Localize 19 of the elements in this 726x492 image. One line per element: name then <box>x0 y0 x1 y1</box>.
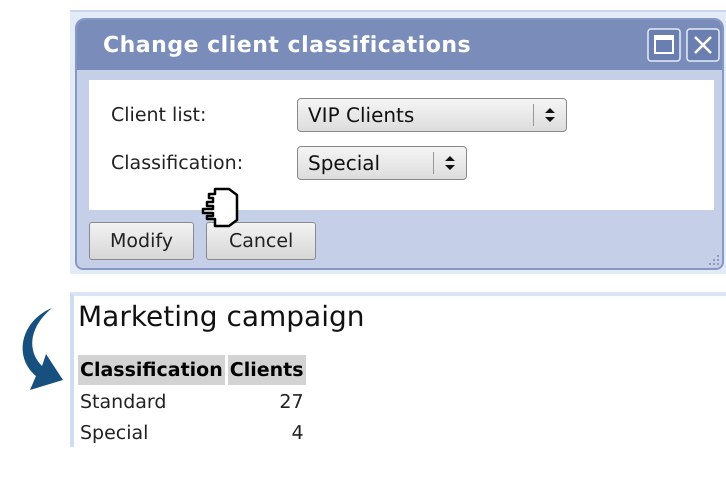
maximize-icon[interactable] <box>647 28 681 62</box>
report-title: Marketing campaign <box>78 300 366 333</box>
close-icon[interactable] <box>686 28 720 62</box>
field-label: Classification: <box>111 152 244 174</box>
select-field[interactable]: Special <box>297 146 467 180</box>
dialog-button[interactable]: Cancel <box>206 222 316 260</box>
table-cell-text: Special <box>79 421 150 446</box>
column-header: Clients <box>228 355 306 385</box>
table-cell-text: 4 <box>290 421 305 446</box>
table-cell-text: Standard <box>79 390 168 415</box>
dialog-title: Change client classifications <box>103 32 472 58</box>
dropdown-arrows-icon <box>444 155 456 171</box>
dialog-button[interactable]: Modify <box>89 222 194 260</box>
field-label: Client list: <box>111 104 208 126</box>
column-header: Classification <box>78 355 225 385</box>
table-cell-text: 27 <box>278 390 305 415</box>
dropdown-arrows-icon <box>544 107 556 123</box>
select-field[interactable]: VIP Clients <box>297 98 567 132</box>
resize-grip-icon[interactable] <box>708 254 720 266</box>
